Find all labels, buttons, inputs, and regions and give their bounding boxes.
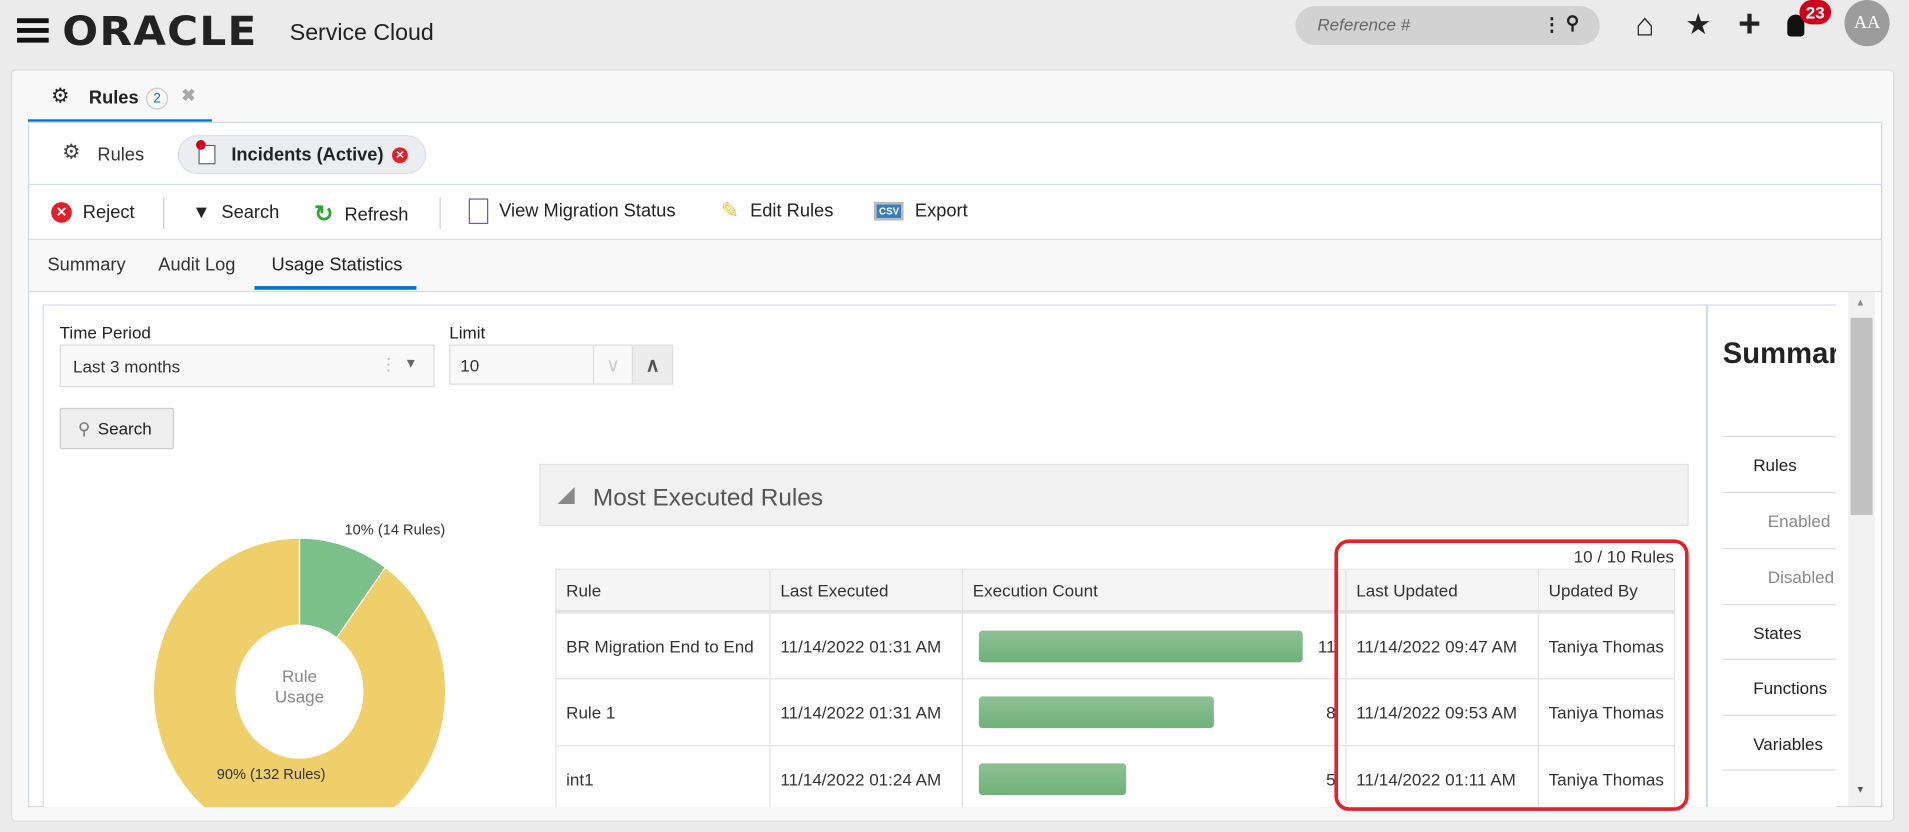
menu-icon[interactable]	[17, 18, 49, 47]
csv-export-icon: CSV	[874, 202, 904, 221]
search-button-label: Search	[97, 418, 152, 439]
collapse-triangle-icon[interactable]	[557, 487, 575, 505]
cell-last-executed: 11/14/2022 01:24 AM	[769, 745, 964, 808]
tab-audit-log[interactable]: Audit Log	[158, 254, 235, 275]
oracle-logo: ORACLE	[62, 7, 258, 55]
reject-icon: ✕	[51, 202, 72, 223]
add-plus-icon[interactable]: +	[1734, 1, 1766, 45]
summary-title: Summar	[1722, 337, 1836, 371]
edit-rules-label: Edit Rules	[750, 200, 834, 222]
slice-label-large: 90% (132 Rules)	[217, 767, 326, 783]
execution-count-bar	[978, 763, 1127, 796]
view-migration-label: View Migration Status	[499, 200, 676, 222]
export-button[interactable]: CSV Export	[874, 201, 968, 222]
refresh-label: Refresh	[344, 204, 409, 226]
close-subtab-icon[interactable]: ✕	[392, 147, 408, 164]
cell-last-executed: 11/14/2022 01:31 AM	[769, 611, 964, 680]
filter-funnel-icon: ▼	[192, 202, 211, 223]
cell-rule: BR Migration End to End	[555, 611, 771, 680]
form-search-button[interactable]: ⚲ Search	[59, 407, 175, 450]
subtab-rules[interactable]: Rules	[97, 145, 144, 166]
subtab-incidents-chip[interactable]: Incidents (Active) ✕	[177, 135, 427, 175]
search-icon: ⚲	[77, 418, 91, 438]
tab-count-badge: 2	[146, 87, 169, 110]
donut-center-label-1: Rule	[282, 667, 317, 686]
edit-rules-button[interactable]: ✎ Edit Rules	[721, 198, 834, 224]
cell-execution-count: 8	[961, 678, 1347, 747]
execution-count-bar	[978, 630, 1303, 662]
scrollbar-thumb[interactable]	[1850, 317, 1873, 516]
notification-badge: 23	[1799, 0, 1832, 25]
active-tab-indicator	[254, 286, 417, 290]
rules-gear-icon: ⚙	[62, 140, 81, 164]
more-options-icon[interactable]: ⋮	[1543, 13, 1561, 36]
favorites-star-icon[interactable]: ★	[1683, 7, 1715, 41]
time-period-select[interactable]: Last 3 months ⋮ ▼	[59, 344, 435, 388]
rules-gear-icon: ⚙	[51, 84, 70, 108]
tab-rules[interactable]: Rules	[89, 88, 139, 109]
execution-count-bar	[978, 696, 1215, 729]
scroll-down-icon[interactable]: ▼	[1855, 784, 1865, 795]
summary-variables: Variables	[1722, 714, 1836, 771]
view-migration-status-button[interactable]: View Migration Status	[468, 198, 676, 225]
summary-enabled: Enabled	[1722, 491, 1836, 548]
limit-decrement-button[interactable]: ∨	[592, 345, 632, 384]
home-icon[interactable]: ⌂	[1629, 5, 1661, 42]
search-icon[interactable]: ⚲	[1566, 12, 1579, 34]
reject-button[interactable]: ✕ Reject	[51, 202, 135, 223]
col-rule[interactable]: Rule	[555, 568, 771, 614]
export-label: Export	[914, 200, 968, 222]
product-name: Service Cloud	[289, 20, 434, 47]
vertical-scrollbar[interactable]: ▲ ▼	[1848, 292, 1875, 806]
section-title: Most Executed Rules	[592, 484, 824, 512]
rule-usage-donut: Rule Usage 10% (14 Rules) 90% (132 Rules…	[152, 522, 447, 808]
cell-execution-count: 5	[961, 745, 1347, 808]
time-period-value: Last 3 months	[73, 356, 181, 376]
refresh-icon: ↻	[314, 202, 334, 228]
reject-label: Reject	[82, 202, 135, 223]
close-tab-icon[interactable]: ✖	[181, 85, 195, 106]
summary-rules: Rules	[1722, 435, 1836, 492]
limit-value: 10	[460, 354, 480, 375]
limit-label: Limit	[449, 322, 486, 343]
subtab-incidents-label: Incidents (Active)	[231, 144, 384, 166]
search-button[interactable]: ▼ Search	[192, 202, 279, 223]
most-executed-header[interactable]: Most Executed Rules	[539, 463, 1689, 526]
limit-increment-button[interactable]: ∧	[631, 345, 673, 384]
summary-states: States	[1722, 603, 1836, 660]
summary-functions: Functions	[1722, 658, 1836, 715]
slice-label-small: 10% (14 Rules)	[345, 522, 446, 538]
search-label: Search	[221, 202, 280, 223]
alert-dot-icon	[196, 140, 206, 150]
tab-usage-statistics[interactable]: Usage Statistics	[272, 254, 403, 275]
reference-search[interactable]: Reference # ⋮ ⚲	[1295, 6, 1600, 46]
more-options-icon: ⋮	[379, 354, 397, 374]
col-last-executed[interactable]: Last Executed	[769, 568, 964, 614]
donut-center-label-2: Usage	[275, 687, 324, 706]
execution-count-value: 11	[1317, 636, 1336, 656]
highlight-box	[1334, 539, 1689, 811]
cell-last-executed: 11/14/2022 01:31 AM	[769, 678, 964, 747]
document-icon	[468, 198, 489, 225]
avatar[interactable]: AA	[1844, 0, 1890, 47]
tab-summary[interactable]: Summary	[47, 254, 125, 275]
edit-pencil-icon: ✎	[720, 198, 740, 223]
reference-search-input[interactable]: Reference #	[1317, 15, 1410, 34]
cell-execution-count: 11	[961, 611, 1347, 680]
summary-disabled: Disabled	[1722, 547, 1836, 604]
col-execution-count[interactable]: Execution Count	[961, 568, 1347, 614]
time-period-label: Time Period	[59, 322, 151, 343]
cell-rule: Rule 1	[555, 678, 771, 747]
scroll-up-icon[interactable]: ▲	[1855, 297, 1865, 308]
cell-rule: int1	[555, 745, 771, 808]
refresh-button[interactable]: ↻ Refresh	[314, 201, 408, 229]
chevron-down-icon: ▼	[404, 356, 418, 372]
